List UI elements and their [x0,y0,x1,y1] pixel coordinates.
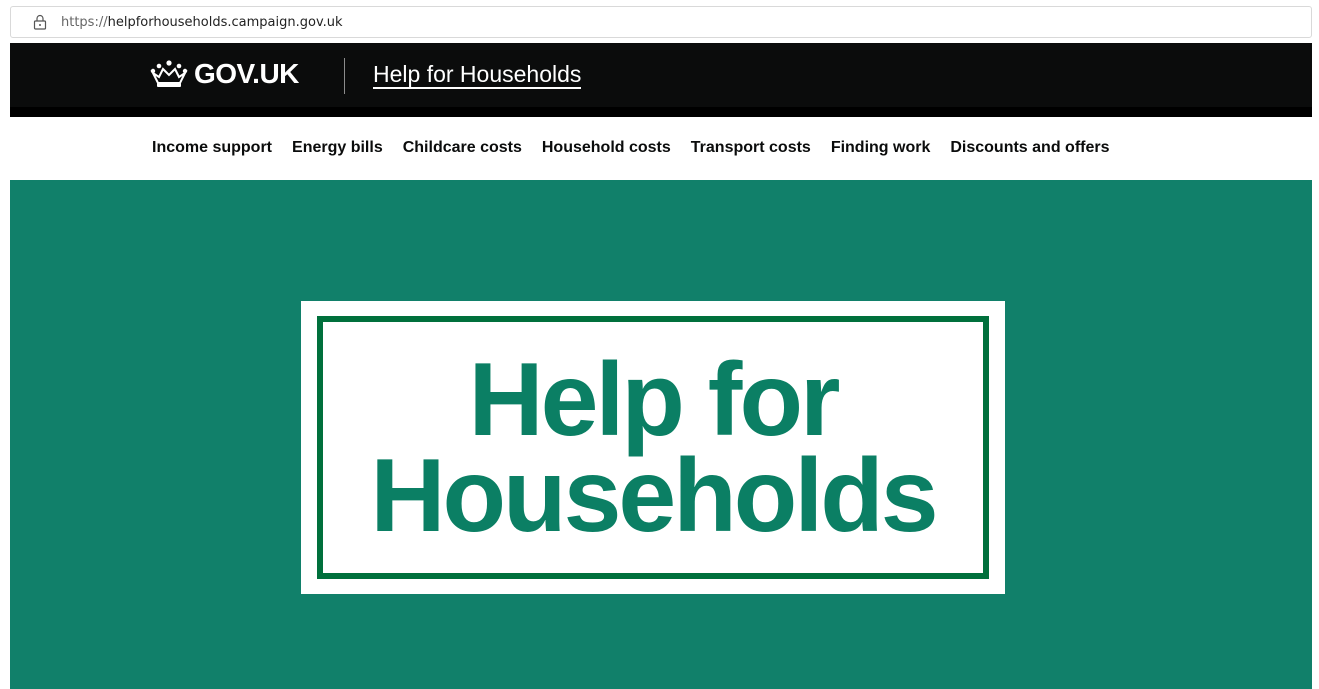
hero-logo-frame: Help for Households [317,316,989,579]
nav-item-transport-costs[interactable]: Transport costs [691,139,811,157]
nav-item-childcare-costs[interactable]: Childcare costs [403,139,522,157]
address-bar[interactable]: https://helpforhouseholds.campaign.gov.u… [10,6,1312,38]
govuk-logo-text: GOV.UK [194,58,299,89]
url-host: helpforhouseholds.campaign.gov.uk [107,14,343,30]
crown-icon [150,60,188,87]
nav-item-finding-work[interactable]: Finding work [831,139,931,157]
hero-title-line-1: Help for [468,341,841,458]
govuk-header: GOV.UK Help for Households [10,43,1312,117]
nav-item-income-support[interactable]: Income support [152,139,272,157]
lock-icon [33,14,47,30]
header-divider [344,58,345,94]
service-name-link[interactable]: Help for Households [373,61,582,89]
hero-banner: Help for Households [10,180,1312,689]
main-navigation: Income support Energy bills Childcare co… [152,128,1110,168]
hero-title-line-2: Households [370,437,938,554]
hero-logo-card: Help for Households [301,301,1005,594]
nav-item-energy-bills[interactable]: Energy bills [292,139,383,157]
url-text: https://helpforhouseholds.campaign.gov.u… [61,15,343,30]
nav-item-household-costs[interactable]: Household costs [542,139,671,157]
govuk-logo-link[interactable]: GOV.UK [150,56,299,92]
url-scheme: https:// [61,14,108,30]
nav-item-discounts-and-offers[interactable]: Discounts and offers [950,139,1109,157]
